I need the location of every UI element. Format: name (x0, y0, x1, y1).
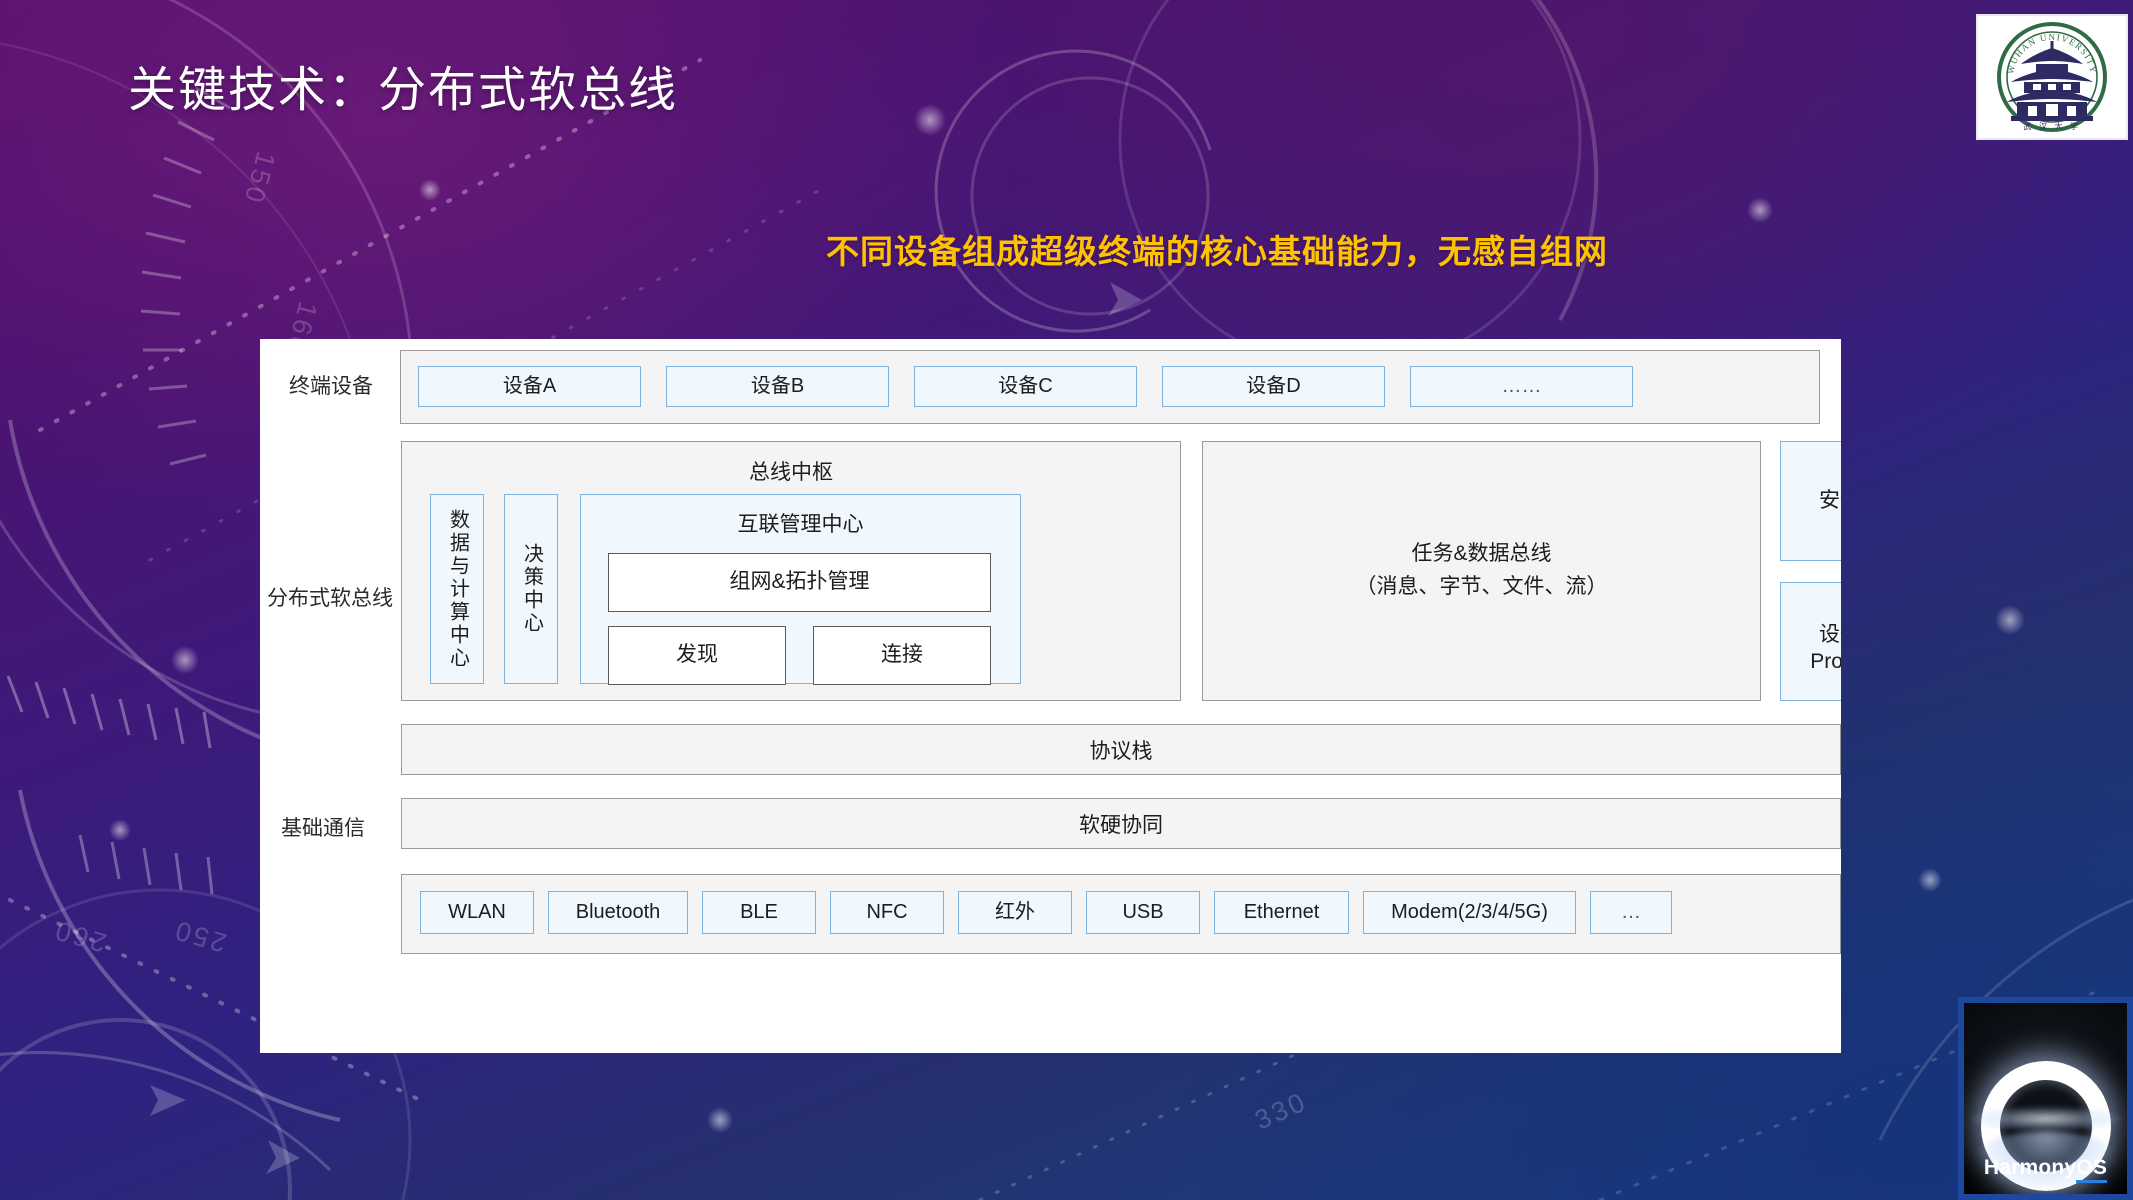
task-data-bus-box[interactable]: 任务&数据总线 （消息、字节、文件、流） (1202, 441, 1761, 701)
row-label-terminal-devices: 终端设备 (289, 375, 373, 398)
hardware-software-collaboration-label: 软硬协同 (1079, 813, 1163, 837)
device-box-a[interactable]: 设备A (418, 366, 641, 407)
harmonyos-logo-art: HarmonyOS (1964, 1003, 2127, 1194)
task-data-bus-line1: 任务&数据总线 (1411, 542, 1552, 566)
device-box-d[interactable]: 设备D (1162, 366, 1385, 407)
device-profile-module-box[interactable]: 设备 Profile (1780, 582, 1841, 701)
discovery-box[interactable]: 发现 (608, 626, 786, 685)
data-compute-center-box[interactable]: 数据与计算中心 (430, 494, 484, 684)
device-box-more[interactable]: …… (1410, 366, 1633, 407)
bus-hub-title: 总线中枢 (749, 461, 833, 484)
interconnect-management-center-title: 互联管理中心 (737, 513, 864, 536)
interconnect-management-center-box[interactable]: 互联管理中心 组网&拓扑管理 发现 连接 (580, 494, 1021, 685)
architecture-diagram-panel: 终端设备 分布式软总线 基础通信 设备A 设备B 设备C 设备D …… 总线中枢… (260, 339, 1841, 1053)
svg-text:260: 260 (49, 914, 109, 958)
harmonyos-glow-line (1970, 1106, 2121, 1132)
connection-box[interactable]: 连接 (813, 626, 991, 685)
slide-subtitle: 不同设备组成超级终端的核心基础能力，无感自组网 (826, 233, 1608, 270)
harmonyos-logo: HarmonyOS (1958, 997, 2133, 1200)
wuhan-university-seal-icon: WUHAN UNIVERSITY 武 汉 大 学 (1997, 22, 2107, 132)
transport-box-infrared[interactable]: 红外 (958, 891, 1072, 934)
svg-text:250: 250 (169, 914, 229, 958)
security-module-box[interactable]: 安全 (1780, 441, 1841, 561)
slide-title: 关键技术：分布式软总线 (128, 62, 679, 118)
row-label-distributed-softbus: 分布式软总线 (267, 587, 393, 610)
svg-text:150: 150 (238, 148, 281, 208)
row-label-basic-communication: 基础通信 (281, 817, 365, 840)
transport-box-bluetooth[interactable]: Bluetooth (548, 891, 688, 934)
transport-box-more[interactable]: … (1590, 891, 1672, 934)
harmonyos-label: HarmonyOS (1964, 1156, 2127, 1183)
decision-center-label: 决策中心 (520, 543, 543, 635)
topology-management-box[interactable]: 组网&拓扑管理 (608, 553, 991, 612)
device-box-b[interactable]: 设备B (666, 366, 889, 407)
transport-box-modem[interactable]: Modem(2/3/4/5G) (1363, 891, 1576, 934)
svg-text:330: 330 (1250, 1086, 1312, 1135)
transport-box-nfc[interactable]: NFC (830, 891, 944, 934)
transport-box-usb[interactable]: USB (1086, 891, 1200, 934)
hardware-software-collaboration-box[interactable]: 软硬协同 (401, 798, 1841, 849)
university-logo: WUHAN UNIVERSITY 武 汉 大 学 (1976, 14, 2128, 140)
protocol-stack-label: 协议栈 (1089, 739, 1153, 763)
device-box-c[interactable]: 设备C (914, 366, 1137, 407)
protocol-stack-box[interactable]: 协议栈 (401, 724, 1841, 775)
slide-canvas: 150 160 170 260 250 330 关键技术：分布式软总线 不同设备… (0, 0, 2133, 1200)
device-profile-line1: 设备 (1819, 623, 1841, 646)
transport-box-ethernet[interactable]: Ethernet (1214, 891, 1349, 934)
task-data-bus-line2: （消息、字节、文件、流） (1355, 575, 1608, 598)
svg-text:武 汉 大 学: 武 汉 大 学 (2023, 121, 2080, 131)
transport-box-wlan[interactable]: WLAN (420, 891, 534, 934)
device-profile-line2: Profile (1810, 650, 1841, 674)
transport-box-ble[interactable]: BLE (702, 891, 816, 934)
data-compute-center-label: 数据与计算中心 (446, 508, 469, 670)
decision-center-box[interactable]: 决策中心 (504, 494, 558, 684)
